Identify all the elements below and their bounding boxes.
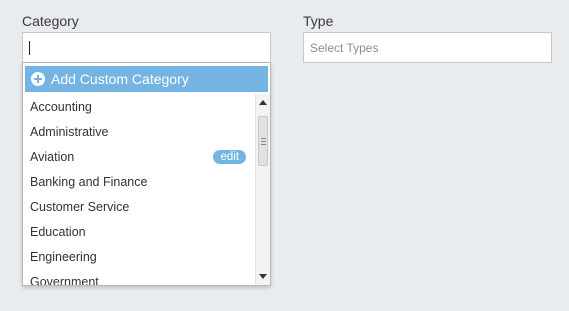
- text-caret: [29, 41, 30, 55]
- scrollbar-thumb[interactable]: [258, 116, 268, 166]
- list-item-label: Accounting: [30, 99, 92, 114]
- grip-line: [261, 138, 266, 139]
- add-custom-category-button[interactable]: Add Custom Category: [25, 66, 268, 92]
- list-item[interactable]: Customer Service: [23, 194, 255, 219]
- list-item-label: Education: [30, 224, 86, 239]
- category-input-box[interactable]: [22, 32, 271, 63]
- list-item[interactable]: Banking and Finance: [23, 169, 255, 194]
- list-item[interactable]: Government: [23, 269, 255, 286]
- type-input[interactable]: [304, 33, 551, 62]
- type-label: Type: [303, 13, 334, 29]
- list-item-label: Administrative: [30, 124, 109, 139]
- add-custom-category-label: Add Custom Category: [51, 71, 189, 87]
- category-dropdown: Add Custom Category Accounting Administr…: [22, 62, 271, 286]
- list-item-label: Customer Service: [30, 199, 130, 214]
- list-item-label: Engineering: [30, 249, 97, 264]
- list-item[interactable]: Education: [23, 219, 255, 244]
- plus-circle-icon: [31, 72, 45, 86]
- list-item-label: Banking and Finance: [30, 174, 148, 189]
- vertical-scrollbar[interactable]: [255, 94, 270, 285]
- list-item-label: Aviation: [30, 149, 75, 164]
- list-item[interactable]: Aviation edit: [23, 144, 255, 169]
- category-label: Category: [22, 13, 79, 29]
- grip-line: [261, 141, 266, 142]
- scroll-up-arrow-icon[interactable]: [259, 100, 267, 105]
- edit-button[interactable]: edit: [213, 150, 246, 164]
- list-item-label: Government: [30, 274, 99, 286]
- category-list: Accounting Administrative Aviation edit …: [23, 94, 255, 286]
- scroll-down-arrow-icon[interactable]: [259, 274, 267, 279]
- list-item[interactable]: Administrative: [23, 119, 255, 144]
- category-input[interactable]: [23, 33, 270, 62]
- list-item[interactable]: Engineering: [23, 244, 255, 269]
- list-item[interactable]: Accounting: [23, 94, 255, 119]
- type-input-box[interactable]: [303, 32, 552, 63]
- grip-line: [261, 144, 266, 145]
